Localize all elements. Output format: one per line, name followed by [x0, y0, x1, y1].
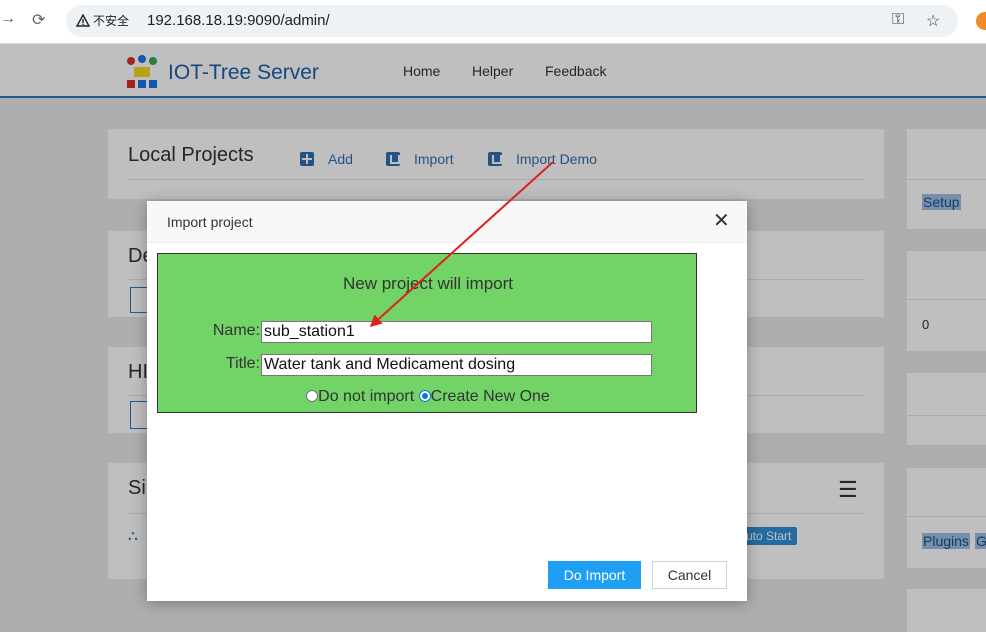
import-form: New project will import Name: Title: Do …: [157, 253, 697, 413]
import-project-dialog: Import project ✕ New project will import…: [147, 201, 747, 601]
title-label: Title:: [225, 355, 260, 372]
address-bar[interactable]: 不安全 192.168.18.19:9090/admin/ ⚿ ☆: [66, 5, 958, 37]
create-new-label[interactable]: Create New One: [431, 388, 550, 405]
cancel-button[interactable]: Cancel: [652, 561, 727, 589]
security-indicator[interactable]: 不安全: [76, 12, 129, 29]
url-text[interactable]: 192.168.18.19:9090/admin/: [147, 12, 330, 29]
close-icon[interactable]: ✕: [713, 211, 730, 231]
name-input[interactable]: [261, 321, 652, 343]
dialog-title: Import project: [167, 214, 253, 230]
name-label: Name:: [212, 322, 260, 339]
dialog-header: Import project ✕: [147, 201, 747, 243]
title-input[interactable]: [261, 354, 652, 376]
do-import-button[interactable]: Do Import: [548, 561, 641, 589]
do-not-import-label[interactable]: Do not import: [318, 388, 414, 405]
warning-icon: [76, 14, 90, 27]
import-option-group: Do not import Create New One: [158, 388, 698, 406]
extension-icon[interactable]: [976, 12, 986, 30]
key-icon[interactable]: ⚿: [892, 11, 904, 29]
reload-icon[interactable]: ⟳: [32, 10, 45, 30]
create-new-radio[interactable]: [418, 390, 431, 402]
security-label: 不安全: [93, 14, 130, 28]
browser-chrome: → ⟳ 不安全 192.168.18.19:9090/admin/ ⚿ ☆: [0, 0, 986, 44]
forward-arrow-icon[interactable]: →: [0, 10, 16, 28]
bookmark-star-icon[interactable]: ☆: [926, 11, 940, 31]
do-not-import-radio[interactable]: [306, 390, 319, 402]
form-heading: New project will import: [342, 274, 514, 293]
